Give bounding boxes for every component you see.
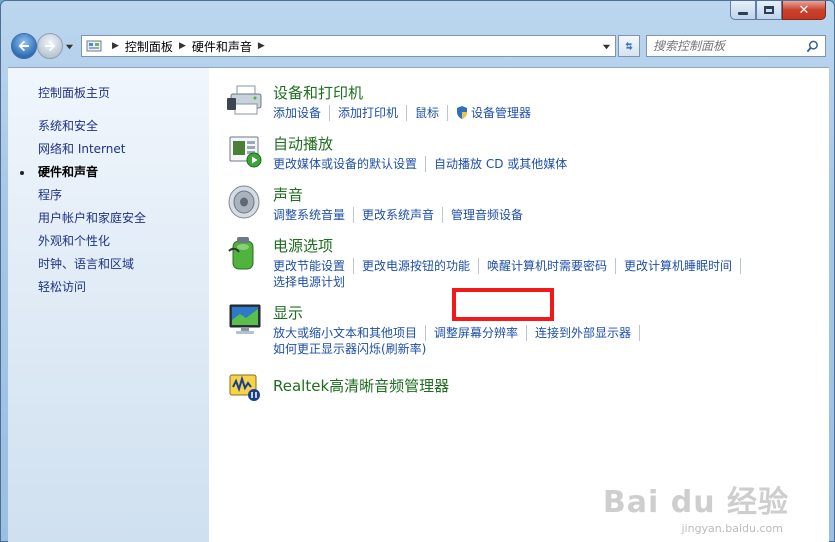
category-sound: 声音 调整系统音量 更改系统声音 管理音频设备 bbox=[227, 184, 829, 223]
link-add-device[interactable]: 添加设备 bbox=[273, 105, 331, 121]
category-links: 更改媒体或设备的默认设置 自动播放 CD 或其他媒体 bbox=[273, 156, 583, 172]
autoplay-icon[interactable] bbox=[227, 133, 265, 169]
category-links: 添加设备 添加打印机 鼠标 设备管理器 bbox=[273, 105, 547, 121]
category-title[interactable]: 电源选项 bbox=[273, 235, 749, 256]
category-content: 自动播放 更改媒体或设备的默认设置 自动播放 CD 或其他媒体 bbox=[273, 133, 583, 172]
link-device-manager[interactable]: 设备管理器 bbox=[456, 105, 539, 121]
category-title[interactable]: Realtek高清晰音频管理器 bbox=[273, 375, 449, 396]
category-content: 设备和打印机 添加设备 添加打印机 鼠标 设备管理器 bbox=[273, 82, 547, 121]
breadcrumb-control-panel[interactable]: 控制面板 bbox=[125, 38, 173, 55]
speaker-icon[interactable] bbox=[227, 184, 265, 220]
link-external-display[interactable]: 连接到外部显示器 bbox=[535, 325, 641, 341]
address-dropdown-button[interactable] bbox=[597, 36, 615, 56]
link-wake-password[interactable]: 唤醒计算机时需要密码 bbox=[487, 258, 617, 274]
link-change-power-saving[interactable]: 更改节能设置 bbox=[273, 258, 355, 274]
category-devices-printers: 设备和打印机 添加设备 添加打印机 鼠标 设备管理器 bbox=[227, 82, 829, 121]
chevron-down-icon bbox=[602, 44, 610, 49]
link-autoplay-cd[interactable]: 自动播放 CD 或其他媒体 bbox=[434, 156, 575, 172]
close-icon: ✕ bbox=[798, 2, 810, 18]
search-box[interactable] bbox=[646, 35, 826, 57]
forward-button[interactable] bbox=[37, 33, 63, 59]
maximize-button[interactable] bbox=[756, 1, 782, 20]
sidebar-item-appearance[interactable]: 外观和个性化 bbox=[8, 230, 209, 253]
control-panel-icon bbox=[86, 40, 102, 52]
minimize-button[interactable] bbox=[730, 1, 756, 20]
link-adjust-volume[interactable]: 调整系统音量 bbox=[273, 207, 355, 223]
category-title[interactable]: 设备和打印机 bbox=[273, 82, 547, 103]
link-mouse[interactable]: 鼠标 bbox=[415, 105, 449, 121]
refresh-button[interactable] bbox=[618, 35, 640, 57]
category-power-options: 电源选项 更改节能设置 更改电源按钮的功能 唤醒计算机时需要密码 更改计算机睡眠时间 … bbox=[227, 235, 829, 290]
realtek-audio-icon[interactable] bbox=[227, 369, 265, 405]
category-links: 调整系统音量 更改系统声音 管理音频设备 bbox=[273, 207, 539, 223]
caption-buttons: ✕ bbox=[730, 1, 826, 21]
breadcrumb-separator-icon[interactable]: ▶ bbox=[258, 41, 265, 51]
refresh-icon bbox=[625, 41, 633, 51]
sidebar-item-network[interactable]: 网络和 Internet bbox=[8, 138, 209, 161]
arrow-left-icon bbox=[18, 40, 29, 52]
breadcrumb-hardware-sound[interactable]: 硬件和声音 bbox=[192, 38, 252, 55]
close-button[interactable]: ✕ bbox=[782, 1, 826, 20]
monitor-icon[interactable] bbox=[227, 302, 265, 338]
breadcrumb-separator-icon[interactable]: ▶ bbox=[179, 41, 186, 51]
sidebar-item-hardware-sound: 硬件和声音 bbox=[8, 161, 209, 184]
chevron-down-icon bbox=[65, 44, 74, 49]
recent-pages-button[interactable] bbox=[65, 41, 75, 51]
link-change-default-media[interactable]: 更改媒体或设备的默认设置 bbox=[273, 156, 427, 172]
search-icon[interactable] bbox=[806, 40, 819, 53]
window-frame: ✕ ▶ 控制面板 ▶ 硬件和声音 ▶ 搜索控制面板 控制面板主页 系统和安全 网… bbox=[0, 0, 835, 542]
link-manage-audio-devices[interactable]: 管理音频设备 bbox=[451, 207, 531, 223]
category-content: 显示 放大或缩小文本和其他项目 调整屏幕分辨率 连接到外部显示器 如何更正显示器闪烁… bbox=[273, 302, 648, 357]
main-panel: 设备和打印机 添加设备 添加打印机 鼠标 设备管理器 自动播放 更改媒体或设备的… bbox=[209, 68, 829, 542]
printer-icon[interactable] bbox=[227, 82, 265, 118]
link-screen-resolution[interactable]: 调整屏幕分辨率 bbox=[434, 325, 528, 341]
link-sleep-time[interactable]: 更改计算机睡眠时间 bbox=[624, 258, 742, 274]
sidebar-item-ease-of-access[interactable]: 轻松访问 bbox=[8, 276, 209, 299]
sidebar-item-system-security[interactable]: 系统和安全 bbox=[8, 115, 209, 138]
uac-shield-icon bbox=[457, 106, 468, 119]
category-content: 声音 调整系统音量 更改系统声音 管理音频设备 bbox=[273, 184, 539, 223]
search-input[interactable] bbox=[653, 39, 793, 53]
category-links: 更改节能设置 更改电源按钮的功能 唤醒计算机时需要密码 更改计算机睡眠时间 选择电源计… bbox=[273, 258, 749, 290]
category-links: 放大或缩小文本和其他项目 调整屏幕分辨率 连接到外部显示器 如何更正显示器闪烁(刷新… bbox=[273, 325, 648, 357]
navigation-bar: ▶ 控制面板 ▶ 硬件和声音 ▶ bbox=[7, 29, 830, 63]
sidebar: 控制面板主页 系统和安全 网络和 Internet 硬件和声音 程序 用户帐户和… bbox=[8, 68, 209, 542]
content-area: 控制面板主页 系统和安全 网络和 Internet 硬件和声音 程序 用户帐户和… bbox=[8, 67, 829, 542]
battery-icon[interactable] bbox=[227, 235, 265, 271]
category-display: 显示 放大或缩小文本和其他项目 调整屏幕分辨率 连接到外部显示器 如何更正显示器闪烁… bbox=[227, 302, 829, 357]
category-title[interactable]: 声音 bbox=[273, 184, 539, 205]
link-choose-power-plan[interactable]: 选择电源计划 bbox=[273, 274, 353, 290]
sidebar-item-clock-region[interactable]: 时钟、语言和区域 bbox=[8, 253, 209, 276]
arrow-right-icon bbox=[45, 40, 56, 52]
sidebar-item-user-accounts[interactable]: 用户帐户和家庭安全 bbox=[8, 207, 209, 230]
baidu-watermark: Bai du 经验 bbox=[603, 477, 789, 521]
sidebar-item-programs[interactable]: 程序 bbox=[8, 184, 209, 207]
watermark-url: jingyan.baidu.com bbox=[681, 522, 783, 535]
sidebar-item-home[interactable]: 控制面板主页 bbox=[8, 82, 209, 105]
category-content: 电源选项 更改节能设置 更改电源按钮的功能 唤醒计算机时需要密码 更改计算机睡眠时间 … bbox=[273, 235, 749, 290]
link-label: 设备管理器 bbox=[471, 106, 532, 120]
watermark-text: Bai du 经验 bbox=[602, 485, 789, 520]
address-bar[interactable]: ▶ 控制面板 ▶ 硬件和声音 ▶ bbox=[81, 35, 616, 57]
link-flicker-refresh-rate[interactable]: 如何更正显示器闪烁(刷新率) bbox=[273, 341, 434, 357]
category-realtek: Realtek高清晰音频管理器 bbox=[227, 369, 829, 405]
minimize-icon bbox=[738, 11, 748, 15]
link-change-sounds[interactable]: 更改系统声音 bbox=[362, 207, 444, 223]
maximize-icon bbox=[764, 6, 774, 14]
link-add-printer[interactable]: 添加打印机 bbox=[338, 105, 408, 121]
back-button[interactable] bbox=[11, 33, 37, 59]
category-autoplay: 自动播放 更改媒体或设备的默认设置 自动播放 CD 或其他媒体 bbox=[227, 133, 829, 172]
link-text-size[interactable]: 放大或缩小文本和其他项目 bbox=[273, 325, 427, 341]
category-title[interactable]: 自动播放 bbox=[273, 133, 583, 154]
category-content: Realtek高清晰音频管理器 bbox=[273, 369, 449, 405]
breadcrumb-separator-icon[interactable]: ▶ bbox=[112, 41, 119, 51]
category-title[interactable]: 显示 bbox=[273, 302, 648, 323]
link-power-button[interactable]: 更改电源按钮的功能 bbox=[362, 258, 480, 274]
